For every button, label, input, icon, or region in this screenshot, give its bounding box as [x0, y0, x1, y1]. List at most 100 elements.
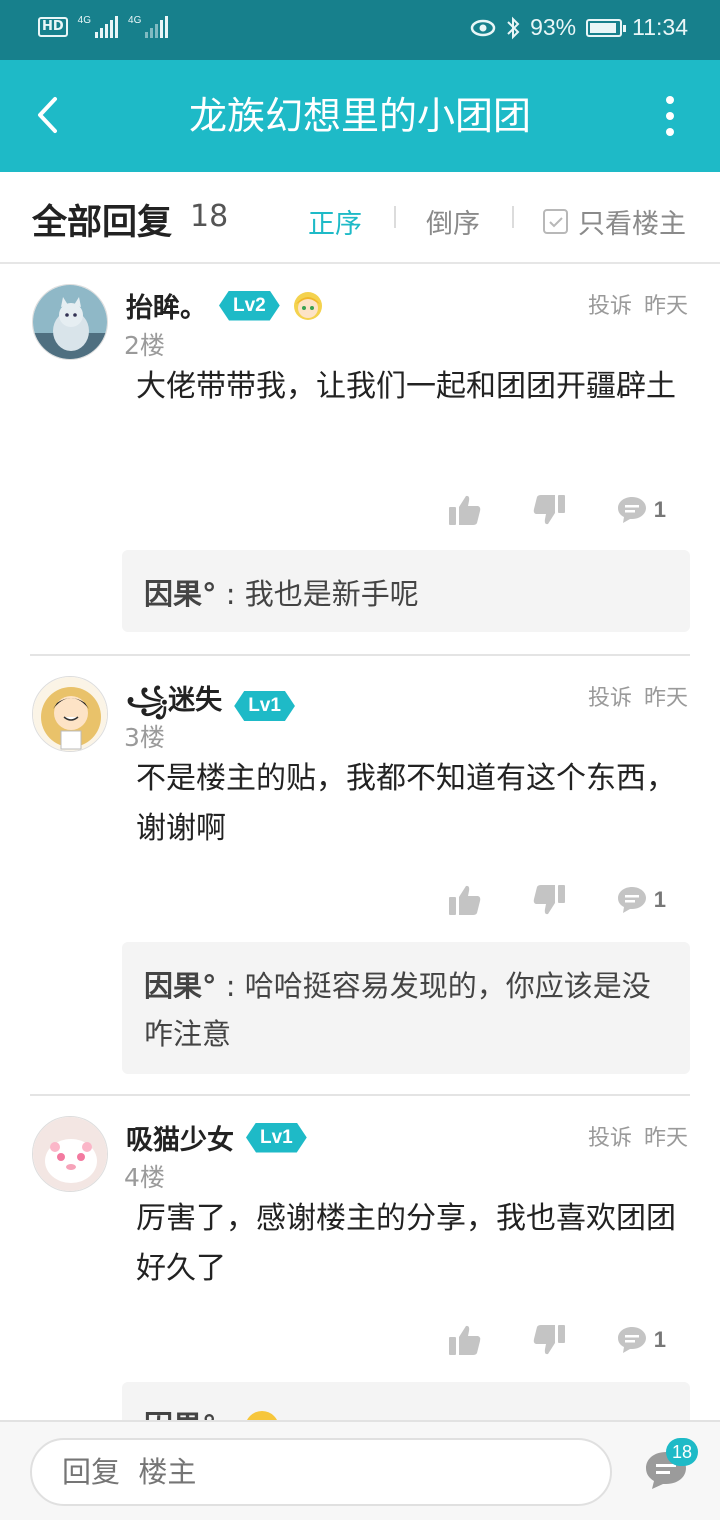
sub-reply-user[interactable]: 因果° [144, 1409, 217, 1420]
more-options-button[interactable] [650, 90, 690, 142]
sort-ascending-tab[interactable]: 正序 [308, 202, 362, 241]
avatar[interactable] [32, 1116, 108, 1192]
report-link[interactable]: 投诉 [588, 1120, 632, 1152]
reply-item: 抬眸。 Lv2 2楼 投诉 昨天 大佬带带我，让我们一起和团团开疆辟土 1 因果… [0, 264, 720, 654]
like-button[interactable] [448, 494, 482, 526]
username-row: 抬眸。 Lv2 [126, 286, 324, 325]
signal-icon-2: 4G [128, 15, 169, 38]
more-dot-icon [666, 112, 674, 120]
comment-button[interactable]: 1 [616, 885, 666, 915]
comment-count: 1 [653, 497, 666, 522]
thumbs-down-icon [533, 1325, 565, 1355]
reply-item: 吸猫少女 Lv1 4楼 投诉 昨天 厉害了，感谢楼主的分享，我也喜欢团团好久了 … [0, 1096, 720, 1420]
comment-count: 1 [653, 887, 666, 912]
level-badge: Lv1 [246, 1123, 307, 1153]
report-link[interactable]: 投诉 [588, 288, 632, 320]
reply-actions: 1 [448, 494, 666, 526]
comment-icon [617, 887, 646, 913]
reply-input[interactable] [30, 1438, 612, 1506]
status-left: HD 4G 4G [38, 15, 169, 38]
floor-number: 2楼 [124, 331, 165, 360]
cartoon-avatar-icon [33, 677, 107, 751]
thumbs-up-icon [448, 495, 480, 525]
sub-reply-user[interactable]: 因果° [144, 577, 217, 611]
comment-icon [617, 1327, 646, 1353]
like-button[interactable] [448, 1324, 482, 1356]
reply-actions: 1 [448, 884, 666, 916]
status-bar: HD 4G 4G 93% 11:34 [0, 0, 720, 60]
report-link[interactable]: 投诉 [588, 680, 632, 712]
status-right: 93% 11:34 [470, 14, 688, 41]
comment-count: 1 [653, 1327, 666, 1352]
battery-percent: 93% [530, 14, 577, 40]
bottom-reply-bar: 18 [0, 1420, 720, 1520]
reply-actions: 1 [448, 1324, 666, 1356]
sub-reply-separator: : [217, 1409, 245, 1420]
thumbs-down-icon [533, 495, 565, 525]
thumbs-up-icon [448, 1325, 480, 1355]
reply-time: 昨天 [643, 686, 688, 711]
hd-icon: HD [38, 17, 68, 37]
comment-icon [617, 497, 646, 523]
network-label: 4G [77, 15, 92, 26]
level-badge: Lv1 [234, 691, 295, 721]
dislike-button[interactable] [532, 1324, 566, 1356]
sort-descending-tab[interactable]: 倒序 [426, 202, 480, 241]
eye-comfort-icon [470, 19, 496, 36]
reply-meta: 投诉 昨天 [588, 288, 688, 320]
reply-time: 昨天 [643, 294, 688, 319]
level-badge: Lv2 [219, 291, 280, 321]
floor-number: 3楼 [124, 723, 165, 752]
dislike-button[interactable] [532, 884, 566, 916]
cat-avatar-icon [33, 1117, 107, 1191]
sub-reply-separator: : [216, 577, 245, 611]
sub-reply-separator: : [216, 969, 245, 1003]
app-bar: 龙族幻想里的小团团 [0, 60, 720, 172]
comment-count-badge: 18 [666, 1438, 699, 1466]
bluetooth-icon [507, 16, 520, 39]
avatar[interactable] [32, 676, 108, 752]
all-replies-title: 全部回复 [32, 203, 173, 243]
sub-reply[interactable]: 因果° : 我也是新手呢 [122, 550, 690, 632]
reply-item: ꧁迷失 Lv1 3楼 投诉 昨天 不是楼主的贴，我都不知道有这个东西，谢谢啊 1… [0, 656, 720, 1094]
reply-filter-bar: 全部回复 18 正序 倒序 只看楼主 [0, 172, 720, 264]
floor-number: 4楼 [124, 1163, 165, 1192]
reply-content: 大佬带带我，让我们一起和团团开疆辟土 [136, 369, 676, 404]
comment-button[interactable]: 1 [616, 495, 666, 525]
username-row: 吸猫少女 Lv1 [126, 1118, 307, 1157]
username[interactable]: 吸猫少女 [126, 1118, 234, 1157]
username[interactable]: 抬眸。 [126, 286, 207, 325]
character-badge-icon [293, 291, 322, 320]
divider [394, 206, 396, 228]
avatar[interactable] [32, 284, 108, 360]
like-button[interactable] [448, 884, 482, 916]
reply-meta: 投诉 昨天 [588, 1120, 688, 1152]
reply-content: 不是楼主的贴，我都不知道有这个东西，谢谢啊 [136, 761, 676, 846]
divider [512, 206, 514, 228]
thumbs-up-icon [448, 885, 480, 915]
cat-avatar-icon [33, 285, 107, 359]
network-label-2: 4G [128, 15, 142, 26]
reply-count: 18 [190, 199, 229, 234]
page-title: 龙族幻想里的小团团 [188, 94, 531, 138]
clock: 11:34 [632, 14, 688, 40]
reply-time: 昨天 [643, 1126, 688, 1151]
checkbox-icon[interactable] [543, 209, 568, 234]
reply-content: 厉害了，感谢楼主的分享，我也喜欢团团好久了 [136, 1201, 676, 1286]
emoji-icon [244, 1411, 279, 1420]
dislike-button[interactable] [532, 494, 566, 526]
only-op-label: 只看楼主 [578, 209, 686, 240]
more-dot-icon [666, 96, 674, 104]
only-op-toggle[interactable]: 只看楼主 [543, 202, 686, 241]
sub-reply[interactable]: 因果° : [122, 1382, 690, 1420]
sub-reply-user[interactable]: 因果° [144, 969, 217, 1003]
battery-icon [586, 18, 627, 37]
more-dot-icon [666, 128, 674, 136]
sub-reply[interactable]: 因果° : 哈哈挺容易发现的，你应该是没咋注意 [122, 942, 690, 1074]
signal-icon: 4G [77, 15, 119, 38]
chevron-left-icon [38, 97, 57, 133]
comment-button[interactable]: 1 [616, 1325, 666, 1355]
back-button[interactable] [22, 90, 72, 140]
reply-meta: 投诉 昨天 [588, 680, 688, 712]
thumbs-down-icon [533, 885, 565, 915]
